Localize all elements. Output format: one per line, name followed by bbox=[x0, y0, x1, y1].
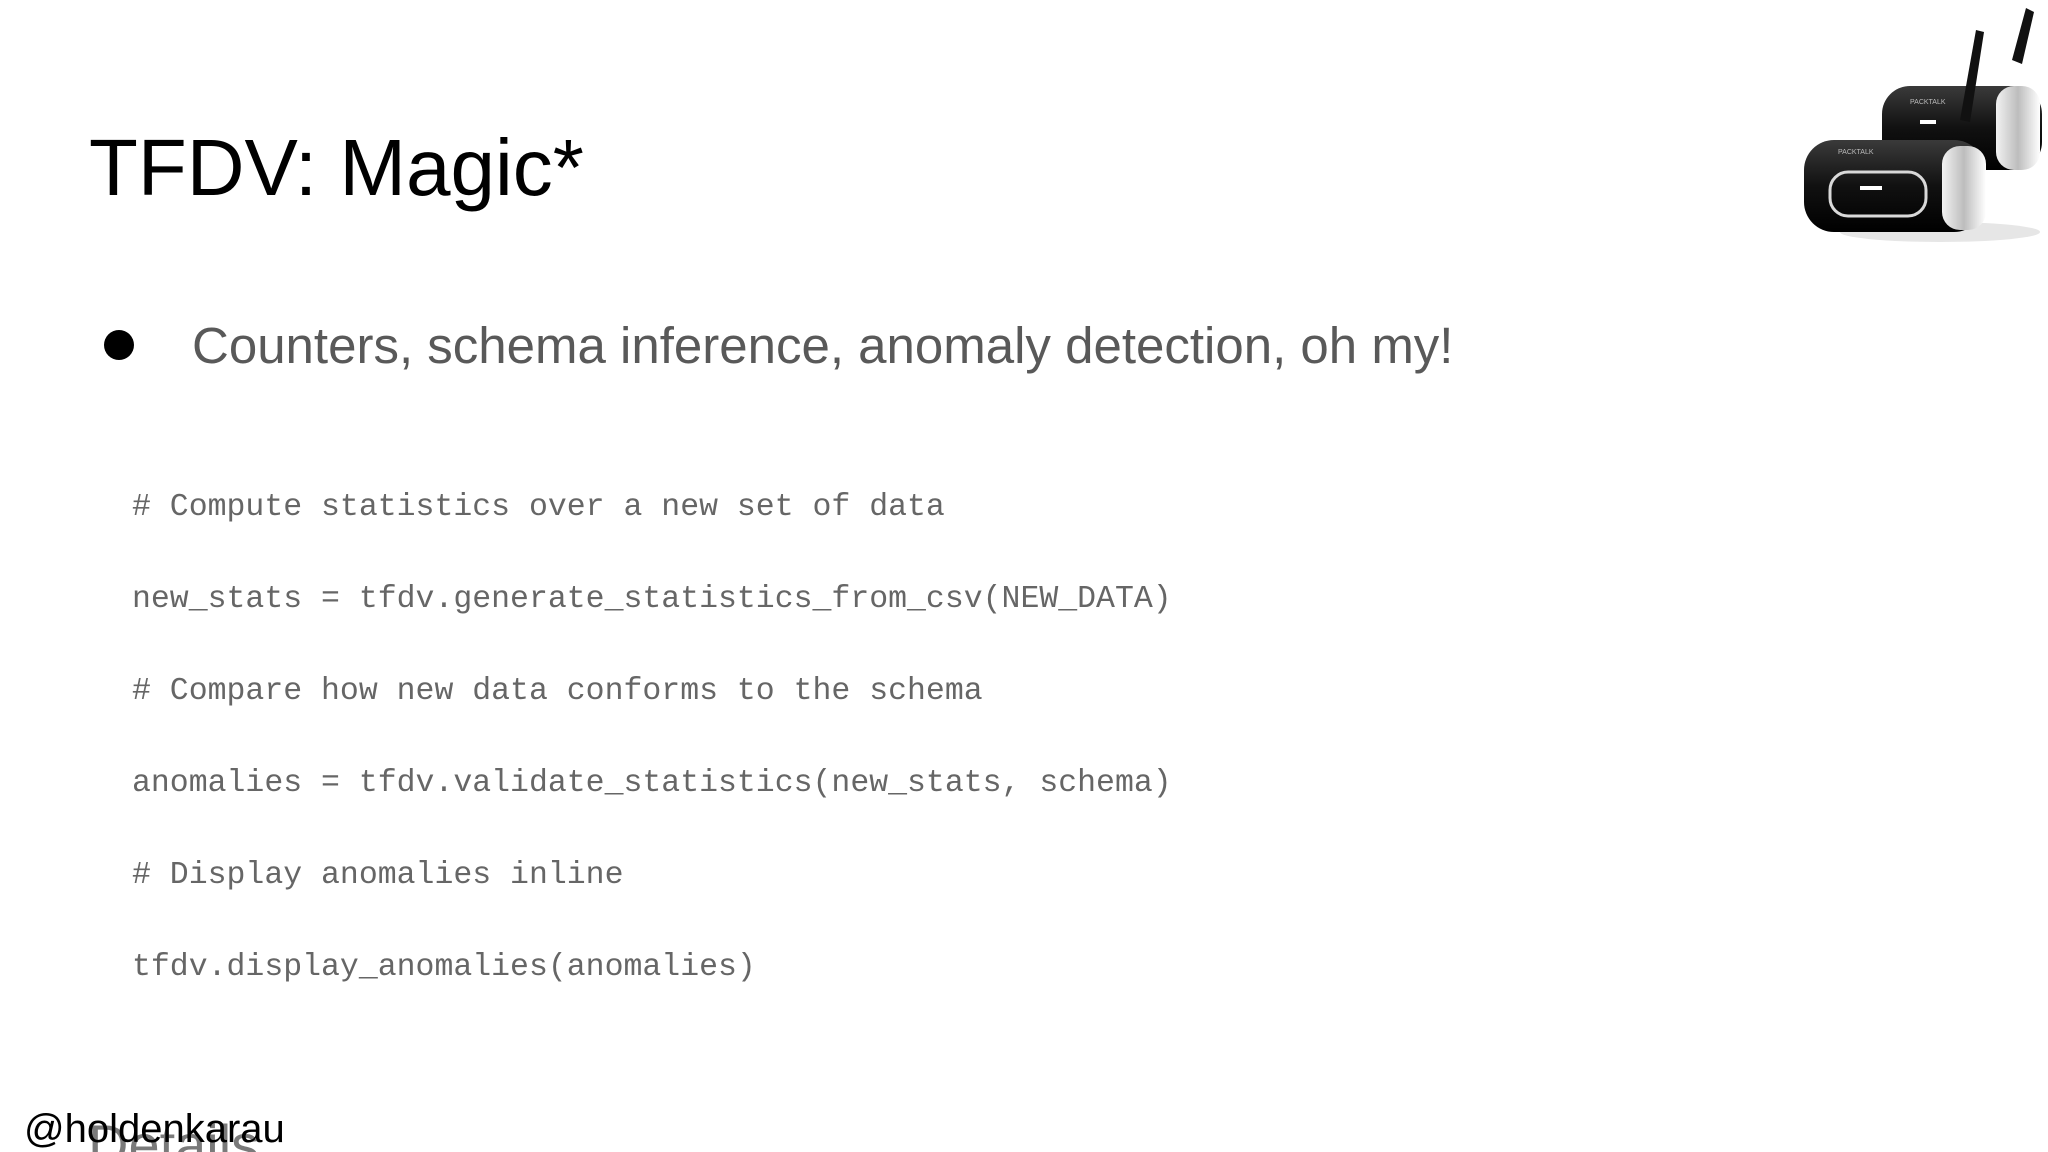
brand-text: PACKTALK bbox=[1910, 99, 1946, 106]
code-comment: # Compute statistics over a new set of d… bbox=[132, 490, 945, 525]
code-comment: # Display anomalies inline bbox=[132, 858, 624, 893]
author-handle: @holdenkarau bbox=[24, 1107, 285, 1151]
code-comment: # Compare how new data conforms to the s… bbox=[132, 674, 983, 709]
code-line: anomalies = tfdv.validate_statistics(new… bbox=[132, 766, 1172, 801]
bullet-dot-icon bbox=[104, 330, 134, 360]
code-block: # Compute statistics over a new set of d… bbox=[132, 462, 1172, 1014]
slide-title: TFDV: Magic* bbox=[89, 123, 584, 212]
headset-intercom-image: PACKTALK PACKTALK bbox=[1804, 8, 2042, 242]
slide: TFDV: Magic* Counters, schema inference,… bbox=[0, 0, 2048, 1152]
code-line: new_stats = tfdv.generate_statistics_fro… bbox=[132, 582, 1172, 617]
code-line: tfdv.display_anomalies(anomalies) bbox=[132, 950, 756, 985]
bullet-text: Counters, schema inference, anomaly dete… bbox=[192, 316, 1454, 374]
svg-text:PACKTALK: PACKTALK bbox=[1838, 149, 1874, 156]
bullet-item: Counters, schema inference, anomaly dete… bbox=[104, 310, 1453, 380]
